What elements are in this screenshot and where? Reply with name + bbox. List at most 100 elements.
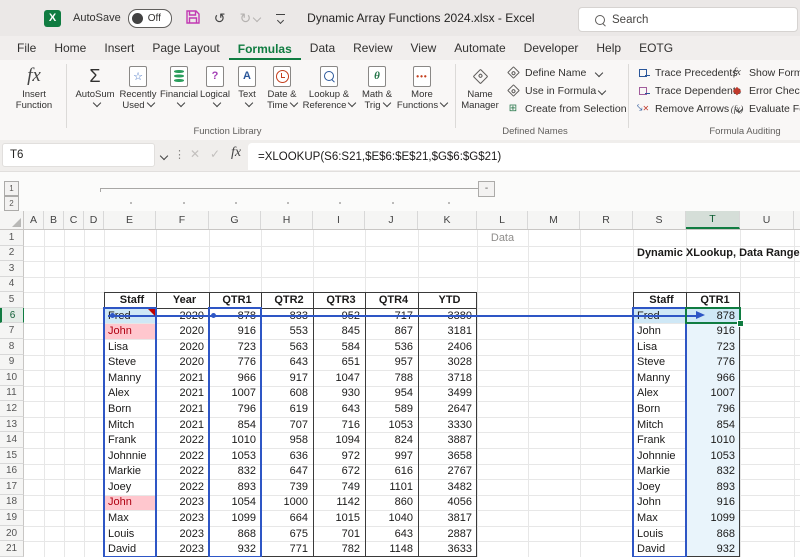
row-header-10[interactable]: 10 <box>0 370 24 386</box>
enter-icon[interactable]: ✓ <box>210 147 220 161</box>
autosave-toggle[interactable]: Off <box>128 9 172 28</box>
evaluate-formula-button[interactable]: (fx) Evaluate For <box>730 102 800 115</box>
math-trig-button[interactable]: θ Math & Trig <box>356 63 398 123</box>
tab-data[interactable]: Data <box>301 37 344 60</box>
row-header-17[interactable]: 17 <box>0 479 24 495</box>
column-header-U[interactable]: U <box>740 211 794 229</box>
outline-collapse-button[interactable]: - <box>478 181 495 197</box>
column-header-R[interactable]: R <box>580 211 633 229</box>
autosum-button[interactable]: Σ AutoSum <box>74 63 116 123</box>
show-formulas-button[interactable]: fx Show Formu <box>730 66 800 79</box>
table-column-border <box>365 292 366 557</box>
logical-button[interactable]: ? Logical <box>198 63 232 123</box>
customize-quick-access-icon[interactable] <box>276 14 285 23</box>
financial-button[interactable]: Financial <box>160 63 198 123</box>
row-header-16[interactable]: 16 <box>0 464 24 480</box>
tab-page-layout[interactable]: Page Layout <box>143 37 228 60</box>
more-functions-icon: ••• <box>413 66 431 87</box>
define-name-button[interactable]: Define Name <box>506 66 602 79</box>
precedent-range-box <box>208 307 262 557</box>
column-header-H[interactable]: H <box>261 211 313 229</box>
tab-automate[interactable]: Automate <box>445 37 514 60</box>
name-box-chevron-icon[interactable] <box>160 152 168 160</box>
create-from-selection-button[interactable]: ⊞ Create from Selection <box>506 102 627 115</box>
tab-review[interactable]: Review <box>344 37 401 60</box>
ribbon: fx Insert Function Σ AutoSum ☆ Recently … <box>0 60 800 141</box>
undo-button[interactable]: ↺ <box>214 11 226 25</box>
row-header-1[interactable]: 1 <box>0 230 24 246</box>
select-all-corner[interactable] <box>0 211 24 229</box>
row-header-21[interactable]: 21 <box>0 541 24 557</box>
column-header-D[interactable]: D <box>84 211 104 229</box>
name-box[interactable]: T6 <box>2 143 155 167</box>
row-header-3[interactable]: 3 <box>0 261 24 277</box>
outline-dot <box>339 202 341 204</box>
column-header-F[interactable]: F <box>156 211 209 229</box>
row-header-12[interactable]: 12 <box>0 401 24 417</box>
row-header-7[interactable]: 7 <box>0 323 24 339</box>
outline-level-1-button[interactable]: 1 <box>4 181 19 196</box>
tab-view[interactable]: View <box>402 37 446 60</box>
column-header-M[interactable]: M <box>528 211 580 229</box>
column-header-C[interactable]: C <box>64 211 84 229</box>
row-header-2[interactable]: 2 <box>0 246 24 262</box>
insert-function-fx-icon[interactable]: fx <box>231 145 241 161</box>
insert-function-button[interactable]: fx Insert Function <box>8 63 60 123</box>
more-functions-button[interactable]: ••• More Functions <box>398 63 446 123</box>
redo-button[interactable]: ↻ <box>239 11 260 25</box>
text-icon: A <box>238 66 256 87</box>
save-button[interactable] <box>186 10 200 26</box>
lookup-reference-button[interactable]: Lookup & Reference <box>302 63 356 123</box>
tab-help[interactable]: Help <box>587 37 630 60</box>
formula-input[interactable]: =XLOOKUP(S6:S21,$E$6:$E$21,$G$6:$G$21) <box>248 143 800 170</box>
column-header-I[interactable]: I <box>313 211 365 229</box>
row-header-6[interactable]: 6 <box>0 308 24 324</box>
row-header-13[interactable]: 13 <box>0 417 24 433</box>
trace-precedents-button[interactable]: Trace Precedents <box>636 66 737 79</box>
outline-level-2-button[interactable]: 2 <box>4 196 19 211</box>
cancel-icon[interactable]: ✕ <box>190 147 200 161</box>
tab-eotg[interactable]: EOTG <box>630 37 682 60</box>
column-header-T[interactable]: T <box>686 211 740 229</box>
error-checking-button[interactable]: ◆ Error Checkin <box>730 84 800 97</box>
name-manager-button[interactable]: Name Manager <box>458 63 502 123</box>
row-header-18[interactable]: 18 <box>0 495 24 511</box>
table-border <box>104 292 477 557</box>
grid[interactable]: StaffYearQTR1QTR2QTR3QTR4YTDFred20208788… <box>0 230 800 557</box>
gridline <box>740 230 741 557</box>
column-header-S[interactable]: S <box>633 211 686 229</box>
column-header-K[interactable]: K <box>418 211 477 229</box>
column-header-L[interactable]: L <box>477 211 528 229</box>
row-header-4[interactable]: 4 <box>0 277 24 293</box>
tab-file[interactable]: File <box>8 37 45 60</box>
column-header-J[interactable]: J <box>365 211 418 229</box>
tab-home[interactable]: Home <box>45 37 95 60</box>
error-checking-icon: ◆ <box>730 84 744 97</box>
row-header-20[interactable]: 20 <box>0 526 24 542</box>
row-header-15[interactable]: 15 <box>0 448 24 464</box>
recently-used-button[interactable]: ☆ Recently Used <box>116 63 160 123</box>
search-icon <box>595 15 605 25</box>
row-header-14[interactable]: 14 <box>0 432 24 448</box>
trace-dependents-button[interactable]: Trace Dependents <box>636 84 741 97</box>
row-header-9[interactable]: 9 <box>0 355 24 371</box>
column-header-B[interactable]: B <box>44 211 64 229</box>
column-header-G[interactable]: G <box>209 211 261 229</box>
column-header-E[interactable]: E <box>104 211 156 229</box>
sheet-title: Dynamic XLookup, Data Range, No # <box>637 246 800 262</box>
date-time-button[interactable]: Date & Time <box>262 63 302 123</box>
column-header-A[interactable]: A <box>24 211 44 229</box>
tab-developer[interactable]: Developer <box>515 37 588 60</box>
search-input[interactable]: Search <box>578 7 798 32</box>
fill-handle[interactable] <box>737 320 744 327</box>
use-in-formula-button[interactable]: Use in Formula <box>506 84 605 97</box>
row-header-19[interactable]: 19 <box>0 510 24 526</box>
text-button[interactable]: A Text <box>232 63 262 123</box>
selected-cell-border[interactable] <box>685 307 741 325</box>
remove-arrows-button[interactable]: ⤥✕ Remove Arrows <box>636 102 742 115</box>
row-header-5[interactable]: 5 <box>0 292 24 308</box>
row-header-8[interactable]: 8 <box>0 339 24 355</box>
tab-formulas[interactable]: Formulas <box>229 38 301 61</box>
row-header-11[interactable]: 11 <box>0 386 24 402</box>
tab-insert[interactable]: Insert <box>95 37 143 60</box>
